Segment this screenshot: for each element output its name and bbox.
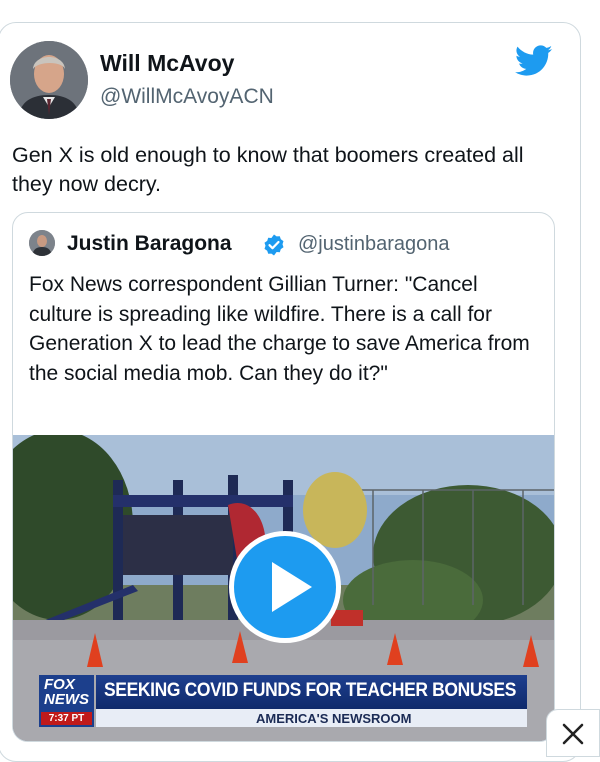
play-button[interactable] [229, 531, 341, 643]
quoted-tweet[interactable]: Justin Baragona @justinbaragona Fox News… [12, 212, 555, 742]
headline-bar: SEEKING COVID FUNDS FOR TEACHER BONUSES [96, 675, 527, 709]
show-bar: AMERICA'S NEWSROOM [96, 709, 527, 727]
fox-logo-top: FOX [44, 676, 75, 693]
broadcast-time: 7:37 PT [41, 712, 92, 725]
quoted-author-handle[interactable]: @justinbaragona [298, 233, 450, 256]
quoted-author-avatar[interactable] [29, 230, 55, 256]
quoted-tweet-text: Fox News correspondent Gillian Turner: "… [29, 273, 530, 385]
author-avatar[interactable] [10, 41, 88, 119]
fox-logo-bottom: NEWS [44, 691, 89, 708]
close-button[interactable] [546, 709, 600, 757]
video-player[interactable]: FOX NEWS 7:37 PT SEEKING COVID FUNDS FOR… [13, 435, 554, 741]
author-handle[interactable]: @WillMcAvoyACN [100, 85, 274, 109]
twitter-bird-icon[interactable] [514, 44, 553, 78]
author-name[interactable]: Will McAvoy [100, 50, 234, 77]
close-icon [562, 723, 584, 745]
quoted-author-name[interactable]: Justin Baragona [67, 232, 232, 256]
news-headline: SEEKING COVID FUNDS FOR TEACHER BONUSES [104, 680, 517, 701]
fox-news-logo: FOX NEWS 7:37 PT [39, 675, 94, 727]
verified-badge-icon [262, 233, 286, 257]
show-name: AMERICA'S NEWSROOM [256, 711, 412, 726]
play-icon [272, 562, 312, 612]
news-lower-third: FOX NEWS 7:37 PT SEEKING COVID FUNDS FOR… [39, 675, 527, 727]
tweet-text: Gen X is old enough to know that boomers… [12, 143, 524, 196]
